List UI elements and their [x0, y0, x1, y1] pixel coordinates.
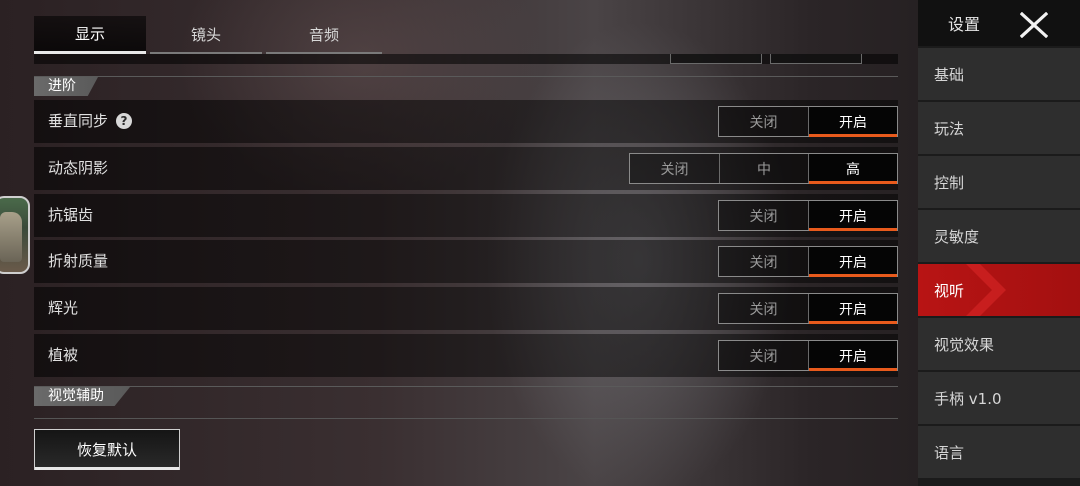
- setting-label-text: 垂直同步: [48, 112, 109, 130]
- avatar-image: [0, 212, 22, 262]
- option-off[interactable]: 关闭: [719, 107, 808, 136]
- setting-row-antialiasing: 抗锯齿 关闭 开启: [34, 194, 898, 237]
- menu-title: 设置: [948, 15, 981, 34]
- toggle-vegetation: 关闭 开启: [718, 340, 898, 371]
- menu-item-audio-visual[interactable]: 视听: [918, 264, 1080, 316]
- setting-row-vsync: 垂直同步? 关闭 开启: [34, 100, 898, 143]
- setting-label: 植被: [48, 346, 79, 364]
- menu-item-controls[interactable]: 控制: [918, 156, 1080, 208]
- option-off[interactable]: 关闭: [719, 341, 808, 370]
- avatar[interactable]: [0, 196, 30, 274]
- setting-label: 辉光: [48, 299, 79, 317]
- help-icon[interactable]: ?: [116, 113, 133, 129]
- toggle-refraction: 关闭 开启: [718, 246, 898, 277]
- option-on[interactable]: 开启: [808, 201, 897, 231]
- menu-item-gameplay[interactable]: 玩法: [918, 102, 1080, 154]
- setting-row-bloom: 辉光 关闭 开启: [34, 287, 898, 330]
- option-on[interactable]: 开启: [808, 107, 897, 137]
- toggle-bloom: 关闭 开启: [718, 293, 898, 324]
- option-on[interactable]: 开启: [808, 341, 897, 371]
- option-on[interactable]: 开启: [808, 294, 897, 324]
- setting-row-refraction: 折射质量 关闭 开启: [34, 240, 898, 283]
- option-off[interactable]: 关闭: [630, 154, 719, 183]
- settings-main-panel: 显示 镜头 音频 进阶 垂直同步? 关闭 开启 动态阴影 关闭 中 高 抗锯齿 …: [0, 0, 918, 486]
- section-title: 视觉辅助: [34, 387, 130, 406]
- setting-label: 抗锯齿: [48, 206, 94, 224]
- close-icon[interactable]: [1020, 12, 1048, 38]
- setting-row-vegetation: 植被 关闭 开启: [34, 334, 898, 377]
- option-medium[interactable]: 中: [719, 154, 808, 183]
- tab-bar: 显示 镜头 音频: [34, 16, 382, 54]
- settings-side-menu: 设置 基础 玩法 控制 灵敏度 视听 视觉效果 手柄 v1.0 语言: [918, 0, 1080, 486]
- reset-defaults-button[interactable]: 恢复默认: [34, 429, 180, 470]
- previous-row-option[interactable]: [770, 54, 862, 64]
- option-on[interactable]: 开启: [808, 247, 897, 277]
- setting-label: 垂直同步?: [48, 100, 133, 143]
- menu-item-visual-effects[interactable]: 视觉效果: [918, 318, 1080, 370]
- option-high[interactable]: 高: [808, 154, 897, 184]
- option-off[interactable]: 关闭: [719, 201, 808, 230]
- tab-audio[interactable]: 音频: [266, 16, 382, 54]
- tab-display[interactable]: 显示: [34, 16, 146, 54]
- menu-item-language[interactable]: 语言: [918, 426, 1080, 478]
- option-off[interactable]: 关闭: [719, 247, 808, 276]
- menu-header: 设置: [918, 0, 1080, 46]
- scrolled-previous-row: [34, 54, 898, 64]
- setting-label: 动态阴影: [48, 159, 109, 177]
- menu-item-basic[interactable]: 基础: [918, 48, 1080, 100]
- toggle-antialiasing: 关闭 开启: [718, 200, 898, 231]
- tab-camera[interactable]: 镜头: [150, 16, 262, 54]
- menu-item-gamepad[interactable]: 手柄 v1.0: [918, 372, 1080, 424]
- section-header-advanced: 进阶: [34, 76, 898, 96]
- menu-item-sensitivity[interactable]: 灵敏度: [918, 210, 1080, 262]
- previous-row-option[interactable]: [670, 54, 762, 64]
- setting-label: 折射质量: [48, 252, 109, 270]
- setting-row-dynamic-shadow: 动态阴影 关闭 中 高: [34, 147, 898, 190]
- menu-item-label: 视听: [934, 281, 965, 300]
- option-off[interactable]: 关闭: [719, 294, 808, 323]
- divider: [34, 418, 898, 419]
- toggle-vsync: 关闭 开启: [718, 106, 898, 137]
- toggle-dynamic-shadow: 关闭 中 高: [629, 153, 898, 184]
- section-title: 进阶: [34, 77, 98, 96]
- chevron-right-icon: [966, 264, 1006, 316]
- section-header-visual-assist: 视觉辅助: [34, 386, 898, 406]
